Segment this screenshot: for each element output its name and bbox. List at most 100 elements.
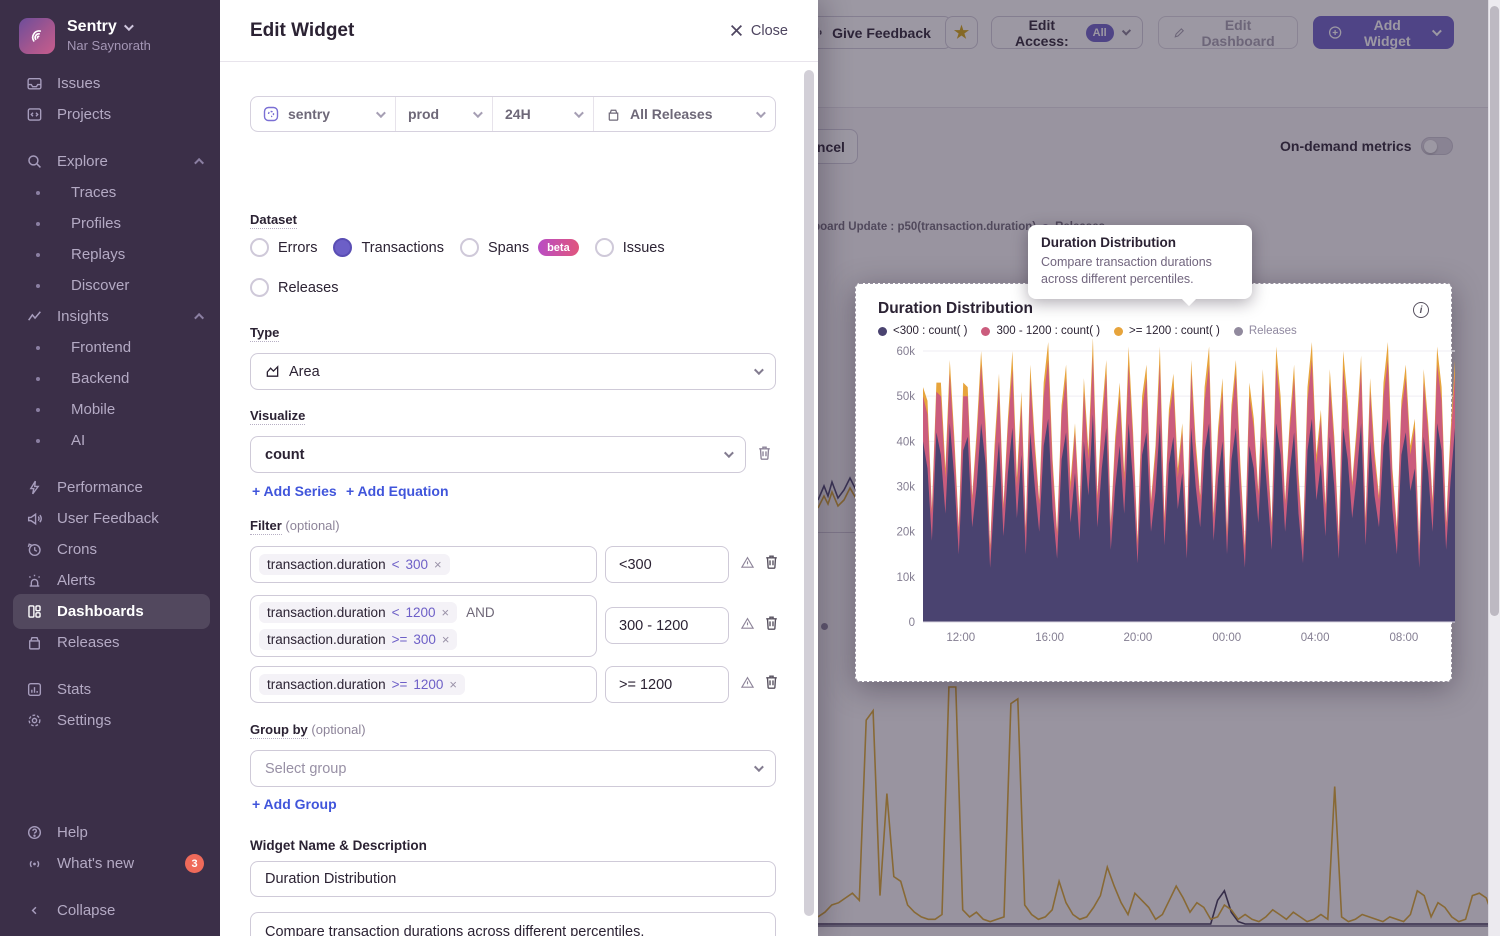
widget-name-input[interactable] <box>250 861 776 897</box>
visualize-select[interactable]: count <box>250 436 746 473</box>
page-filter-bar: sentry prod 24H All Releases <box>250 96 776 132</box>
svg-text:30k: 30k <box>896 482 915 494</box>
legend-item[interactable]: 300 - 1200 : count( ) <box>981 325 1100 337</box>
legend-item[interactable]: >= 1200 : count( ) <box>1114 325 1220 337</box>
legend-dot-icon <box>1114 327 1123 336</box>
group-by-select[interactable]: Select group <box>250 750 776 787</box>
gear-icon <box>25 712 43 730</box>
time-range-filter[interactable]: 24H <box>493 97 594 131</box>
sidebar-item-frontend[interactable]: Frontend <box>0 332 220 363</box>
chevron-up-icon <box>194 158 204 168</box>
svg-text:04:00: 04:00 <box>1301 632 1330 644</box>
code-square-icon <box>25 106 43 124</box>
add-equation-link[interactable]: + Add Equation <box>346 483 449 499</box>
filter-alias-input-2[interactable] <box>605 607 729 644</box>
sidebar-item-releases[interactable]: Releases <box>0 627 220 658</box>
sidebar-item-discover[interactable]: Discover <box>0 270 220 301</box>
project-filter[interactable]: sentry <box>251 97 396 131</box>
megaphone-icon <box>25 510 43 528</box>
modal-title: Edit Widget <box>250 20 354 42</box>
filter-conditions-row1[interactable]: transaction.duration<300× <box>250 546 597 583</box>
chevron-down-icon <box>473 108 483 118</box>
sidebar-item-whats-new[interactable]: What's new 3 <box>0 848 220 879</box>
sidebar-item-collapse[interactable]: Collapse <box>0 895 220 926</box>
filter-tag: transaction.duration>=300× <box>259 629 457 650</box>
trash-icon <box>763 614 780 632</box>
radio-icon <box>460 238 479 257</box>
filter-conditions-row2[interactable]: transaction.duration<1200× AND transacti… <box>250 595 597 657</box>
page-scrollbar-thumb[interactable] <box>1490 6 1499 616</box>
info-icon[interactable]: i <box>1413 302 1429 318</box>
user-name: Nar Saynorath <box>67 39 151 54</box>
sidebar-item-ai[interactable]: AI <box>0 425 220 456</box>
sidebar-group-insights[interactable]: Insights <box>0 301 220 332</box>
sidebar-item-crons[interactable]: Crons <box>0 534 220 565</box>
page-scrollbar-track[interactable] <box>1488 0 1500 936</box>
sidebar-item-backend[interactable]: Backend <box>0 363 220 394</box>
warning-icon <box>740 616 755 631</box>
beta-badge: beta <box>538 239 579 256</box>
chevron-down-icon <box>124 21 134 31</box>
radio-issues[interactable]: Issues <box>595 238 665 257</box>
radio-errors[interactable]: Errors <box>250 238 317 257</box>
modal-scrollbar-thumb[interactable] <box>804 70 814 916</box>
archive-box-icon <box>606 107 621 122</box>
radio-transactions[interactable]: Transactions <box>333 238 443 257</box>
sidebar-item-issues[interactable]: Issues <box>0 68 220 99</box>
chevron-left-icon <box>25 902 43 920</box>
sidebar-item-projects[interactable]: Projects <box>0 99 220 130</box>
radio-spans[interactable]: Spansbeta <box>460 238 579 257</box>
sidebar-item-mobile[interactable]: Mobile <box>0 394 220 425</box>
type-select[interactable]: Area <box>250 353 776 390</box>
sidebar-item-profiles[interactable]: Profiles <box>0 208 220 239</box>
add-group-link[interactable]: + Add Group <box>252 796 337 812</box>
sidebar-item-user-feedback[interactable]: User Feedback <box>0 503 220 534</box>
filter-alias-input-1[interactable] <box>605 546 729 583</box>
close-button[interactable]: Close <box>730 23 788 39</box>
svg-text:12:00: 12:00 <box>946 632 975 644</box>
remove-filter-button-2[interactable] <box>763 614 780 632</box>
remove-tag-icon[interactable]: × <box>442 632 450 647</box>
sidebar-item-stats[interactable]: Stats <box>0 674 220 705</box>
sidebar-item-settings[interactable]: Settings <box>0 705 220 736</box>
remove-filter-button-3[interactable] <box>763 673 780 691</box>
releases-filter[interactable]: All Releases <box>594 97 775 131</box>
edit-widget-modal: Edit Widget Close sentry prod 24H <box>220 0 818 936</box>
svg-text:00:00: 00:00 <box>1212 632 1241 644</box>
sidebar-group-explore[interactable]: Explore <box>0 146 220 177</box>
and-connector: AND <box>463 605 498 620</box>
legend-dot-icon <box>1234 327 1243 336</box>
sidebar-item-alerts[interactable]: Alerts <box>0 565 220 596</box>
add-series-link[interactable]: + Add Series <box>252 483 337 499</box>
legend-item[interactable]: <300 : count( ) <box>878 325 967 337</box>
widget-description-input[interactable]: Compare transaction durations across dif… <box>250 912 776 936</box>
sidebar-item-traces[interactable]: Traces <box>0 177 220 208</box>
chart-legend: <300 : count( ) 300 - 1200 : count( ) >=… <box>878 325 1429 337</box>
radio-icon <box>250 238 269 257</box>
radio-releases[interactable]: Releases <box>250 278 338 297</box>
chevron-down-icon <box>376 108 386 118</box>
legend-item-releases[interactable]: Releases <box>1234 325 1297 337</box>
app-window: Give Feedback ★ Edit Access: All Edit Da… <box>0 0 1500 936</box>
chevron-down-icon <box>724 448 734 458</box>
siren-icon <box>25 572 43 590</box>
remove-visualize-button[interactable] <box>756 444 773 462</box>
warning-icon <box>740 555 755 570</box>
legend-dot-icon <box>878 327 887 336</box>
filter-tag: transaction.duration>=1200× <box>259 674 465 695</box>
remove-tag-icon[interactable]: × <box>434 557 442 572</box>
close-icon <box>730 24 743 37</box>
environment-filter[interactable]: prod <box>396 97 493 131</box>
svg-text:60k: 60k <box>896 346 915 358</box>
remove-tag-icon[interactable]: × <box>449 677 457 692</box>
svg-text:10k: 10k <box>896 572 915 584</box>
org-switcher[interactable]: Sentry Nar Saynorath <box>0 14 220 68</box>
filter-alias-input-3[interactable] <box>605 666 729 703</box>
sidebar-item-performance[interactable]: Performance <box>0 472 220 503</box>
filter-conditions-row3[interactable]: transaction.duration>=1200× <box>250 666 597 703</box>
sidebar-item-dashboards[interactable]: Dashboards <box>0 596 220 627</box>
remove-tag-icon[interactable]: × <box>442 605 450 620</box>
remove-filter-button-1[interactable] <box>763 553 780 571</box>
sidebar-item-replays[interactable]: Replays <box>0 239 220 270</box>
sidebar-item-help[interactable]: Help <box>0 817 220 848</box>
